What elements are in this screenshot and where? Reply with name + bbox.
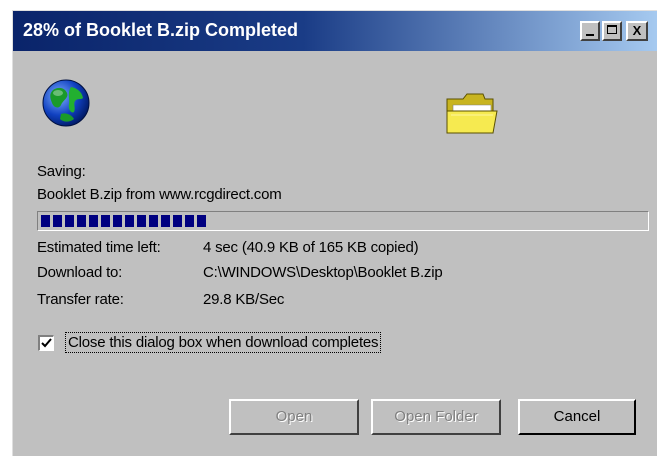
title-bar[interactable]: 28% of Booklet B.zip Completed X <box>13 11 657 51</box>
progress-fill <box>41 215 209 227</box>
folder-icon <box>446 93 498 134</box>
close-when-done-checkbox[interactable] <box>38 335 54 351</box>
transfer-rate-label: Transfer rate: <box>37 291 124 308</box>
time-left-value: 4 sec (40.9 KB of 165 KB copied) <box>203 239 419 256</box>
checkmark-icon <box>41 338 52 348</box>
open-button[interactable]: Open <box>229 399 359 435</box>
saving-source: Booklet B.zip from www.rcgdirect.com <box>37 186 282 203</box>
window-title: 28% of Booklet B.zip Completed <box>23 20 299 40</box>
open-folder-button[interactable]: Open Folder <box>371 399 501 435</box>
close-button[interactable]: X <box>626 21 648 41</box>
maximize-button[interactable] <box>602 21 622 41</box>
download-to-label: Download to: <box>37 264 123 281</box>
minimize-icon <box>586 34 594 36</box>
download-to-value: C:\WINDOWS\Desktop\Booklet B.zip <box>203 264 443 281</box>
time-left-label: Estimated time left: <box>37 239 161 256</box>
close-when-done-label[interactable]: Close this dialog box when download comp… <box>65 332 382 353</box>
download-dialog: 28% of Booklet B.zip Completed X Saving:… <box>12 10 657 456</box>
transfer-rate-value: 29.8 KB/Sec <box>203 291 285 308</box>
close-icon: X <box>632 23 642 38</box>
cancel-button[interactable]: Cancel <box>518 399 636 435</box>
maximize-icon <box>607 25 617 34</box>
download-progress-bar <box>37 211 649 231</box>
minimize-button[interactable] <box>580 21 600 41</box>
saving-label: Saving: <box>37 163 86 180</box>
globe-icon <box>42 79 90 127</box>
